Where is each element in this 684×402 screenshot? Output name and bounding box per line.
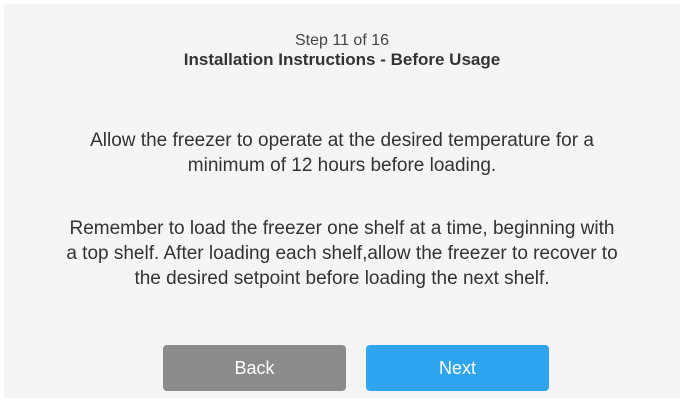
instruction-paragraph-2: Remember to load the freezer one shelf a… [66,218,618,289]
page-title: Installation Instructions - Before Usage [183,50,501,69]
next-button[interactable]: Next [366,345,549,391]
page-header: Step 11 of 16 Installation Instructions … [4,32,680,70]
instruction-paragraph-1: Allow the freezer to operate at the desi… [90,130,594,176]
back-button[interactable]: Back [163,345,346,391]
step-indicator: Step 11 of 16 [295,32,389,49]
instruction-panel: Step 11 of 16 Installation Instructions … [4,4,680,398]
